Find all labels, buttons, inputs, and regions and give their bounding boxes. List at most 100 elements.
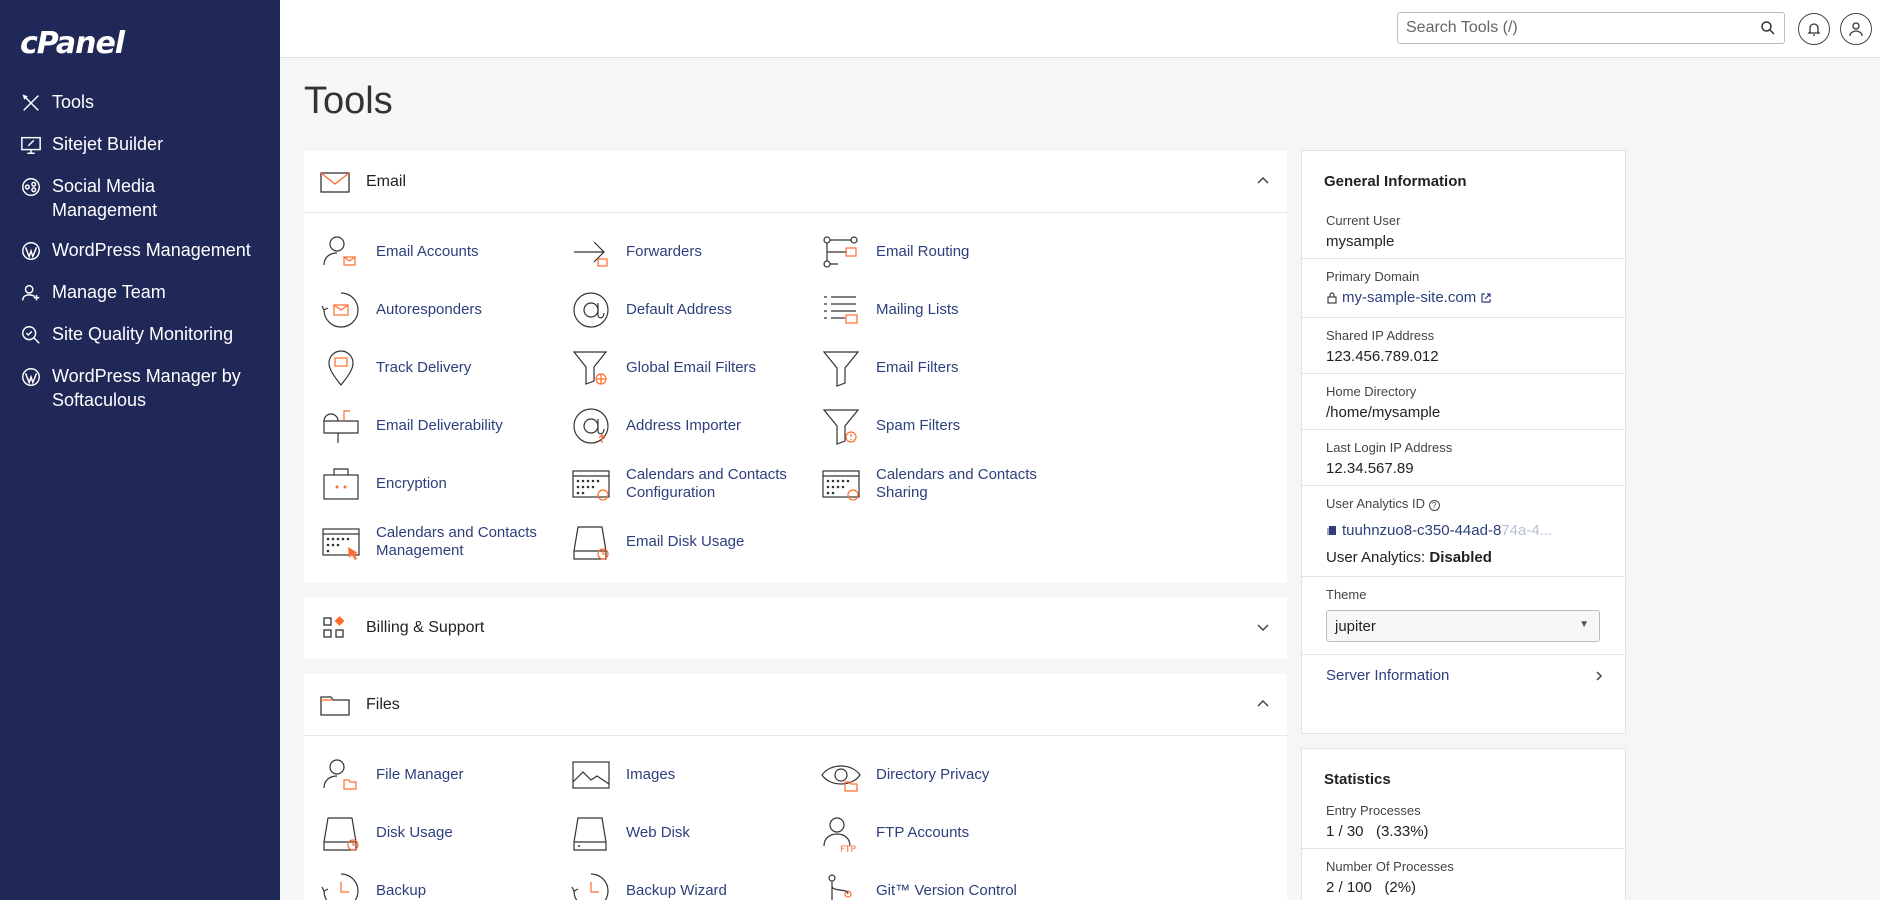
tool-label: FTP Accounts [876,824,970,841]
tool-label: Email Deliverability [376,417,503,434]
search-input[interactable] [1398,19,1738,37]
tool-label: Mailing Lists [876,301,959,318]
card-title: Statistics [1324,771,1391,788]
sidebar-item-sitejet-builder[interactable]: Sitejet Builder [0,132,280,158]
tool-directory-privacy[interactable]: Directory Privacy [820,746,1070,804]
billing-panel-header[interactable]: Billing & Support [304,597,1287,659]
wordpress-icon [18,364,44,390]
tool-label: Address Importer [626,417,742,434]
analytics-id-link[interactable]: tuuhnzuo8-c350-44ad-8 74a-4... [1326,522,1552,539]
primary-domain-link[interactable]: my-sample-site.com [1326,289,1492,306]
autoresponder-icon [320,289,362,331]
tool-ftp-accounts[interactable]: FTP FTP Accounts [820,804,1070,862]
server-info-label: Server Information [1326,667,1450,684]
tool-calendars-and-contacts-sharing[interactable]: Calendars and Contacts Sharing [820,455,1070,513]
tool-global-email-filters[interactable]: Global Email Filters [570,339,820,397]
tool-backup-wizard[interactable]: Backup Wizard [570,862,820,900]
tool-mailing-lists[interactable]: Mailing Lists [820,281,1070,339]
info-key: Home Directory [1326,383,1417,399]
tool-email-accounts[interactable]: Email Accounts [320,223,570,281]
theme-select[interactable]: jupiter ▼ [1326,610,1600,642]
server-info-link[interactable]: Server Information [1302,655,1625,699]
tool-label: Track Delivery [376,359,472,376]
tool-email-filters[interactable]: Email Filters [820,339,1070,397]
tool-address-importer[interactable]: Address Importer [570,397,820,455]
list-mail-icon [820,289,862,331]
tool-default-address[interactable]: Default Address [570,281,820,339]
statistics-card: Statistics Entry Processes 1 / 30 (3.33%… [1301,748,1626,900]
lock-icon [1327,291,1337,304]
tool-label: Web Disk [626,824,690,841]
analytics-id-key: User Analytics ID [1326,495,1425,511]
tool-autoresponders[interactable]: Autoresponders [320,281,570,339]
analytics-id-value: tuuhnzuo8-c350-44ad-8 [1342,521,1502,539]
sidebar-item-wordpress-manager[interactable]: WordPress Manager by Softaculous [0,364,280,412]
tool-backup[interactable]: Backup [320,862,570,900]
mailbox-icon [320,405,362,447]
help-icon[interactable]: ? [1428,499,1440,511]
tool-label: Default Address [626,301,732,318]
notifications-button[interactable] [1798,13,1830,45]
panel-title: Files [366,695,400,713]
tool-calendars-and-contacts-management[interactable]: Calendars and Contacts Management [320,513,570,571]
tool-calendars-and-contacts-configuration[interactable]: Calendars and Contacts Configuration [570,455,820,513]
chevron-up-icon[interactable] [1255,173,1271,189]
chevron-up-icon[interactable] [1255,696,1271,712]
tool-git-version-control[interactable]: Git™ Version Control [820,862,1070,900]
analytics-id-faded: 74a-4... [1501,521,1553,539]
analytics-status: User Analytics: Disabled [1326,549,1625,566]
page-title: Tools [304,80,393,122]
tool-disk-usage[interactable]: Disk Usage [320,804,570,862]
sidebar-item-social-media[interactable]: Social Media Management [0,174,280,222]
cpanel-logo[interactable]: cPanel [20,26,125,61]
tool-label: Email Accounts [376,243,479,260]
sidebar-item-tools[interactable]: Tools [0,90,280,116]
tool-email-deliverability[interactable]: Email Deliverability [320,397,570,455]
calendar-share-icon [820,463,862,505]
tool-file-manager[interactable]: File Manager [320,746,570,804]
tool-images[interactable]: Images [570,746,820,804]
user-menu-button[interactable] [1840,13,1872,45]
tools-icon [18,90,44,116]
chevron-down-icon[interactable] [1255,619,1271,635]
search-box[interactable] [1397,12,1785,44]
last-login-value: 12.34.567.89 [1326,459,1414,477]
tool-label: Git™ Version Control [876,882,1017,899]
copy-icon [1327,526,1336,535]
sidebar-item-manage-team[interactable]: Manage Team [0,280,280,306]
general-info-card: General Information Current User mysampl… [1301,150,1626,734]
theme-row: Theme jupiter ▼ [1302,577,1625,655]
email-panel-header[interactable]: Email [304,151,1287,213]
tool-web-disk[interactable]: Web Disk [570,804,820,862]
analytics-status-value: Disabled [1429,549,1492,566]
tool-email-disk-usage[interactable]: Email Disk Usage [570,513,820,571]
tool-forwarders[interactable]: Forwarders [570,223,820,281]
external-link-icon [1481,292,1491,303]
search-icon[interactable] [1760,20,1776,36]
shared-ip-row: Shared IP Address 123.456.789.012 [1302,318,1625,374]
info-key: Entry Processes [1326,803,1421,818]
info-key: Number Of Processes [1326,859,1454,874]
tool-email-routing[interactable]: Email Routing [820,223,1070,281]
sidebar-item-wordpress-management[interactable]: WordPress Management [0,238,280,264]
at-import-icon [570,405,612,447]
panel-title: Billing & Support [366,619,485,636]
sidebar-item-label: WordPress Management [52,240,251,260]
sidebar-nav: Tools Sitejet Builder Social Media Manag… [0,90,280,428]
current-user-row: Current User mysample [1302,203,1625,259]
info-key: User Analytics ID ? [1326,496,1625,511]
tool-encryption[interactable]: Encryption [320,455,570,513]
disk-icon [570,812,612,854]
routing-icon [820,231,862,273]
info-key: Shared IP Address [1326,327,1435,343]
git-icon [820,870,862,900]
sidebar-item-site-quality[interactable]: Site Quality Monitoring [0,322,280,348]
sidebar-item-label: Site Quality Monitoring [52,324,234,344]
files-panel-header[interactable]: Files [304,674,1287,736]
tool-label: Directory Privacy [876,766,990,783]
primary-domain-value: my-sample-site.com [1342,289,1477,306]
tool-track-delivery[interactable]: Track Delivery [320,339,570,397]
tool-spam-filters[interactable]: Spam Filters [820,397,1070,455]
tool-label: Images [626,766,676,783]
svg-text:FTP: FTP [840,845,857,854]
